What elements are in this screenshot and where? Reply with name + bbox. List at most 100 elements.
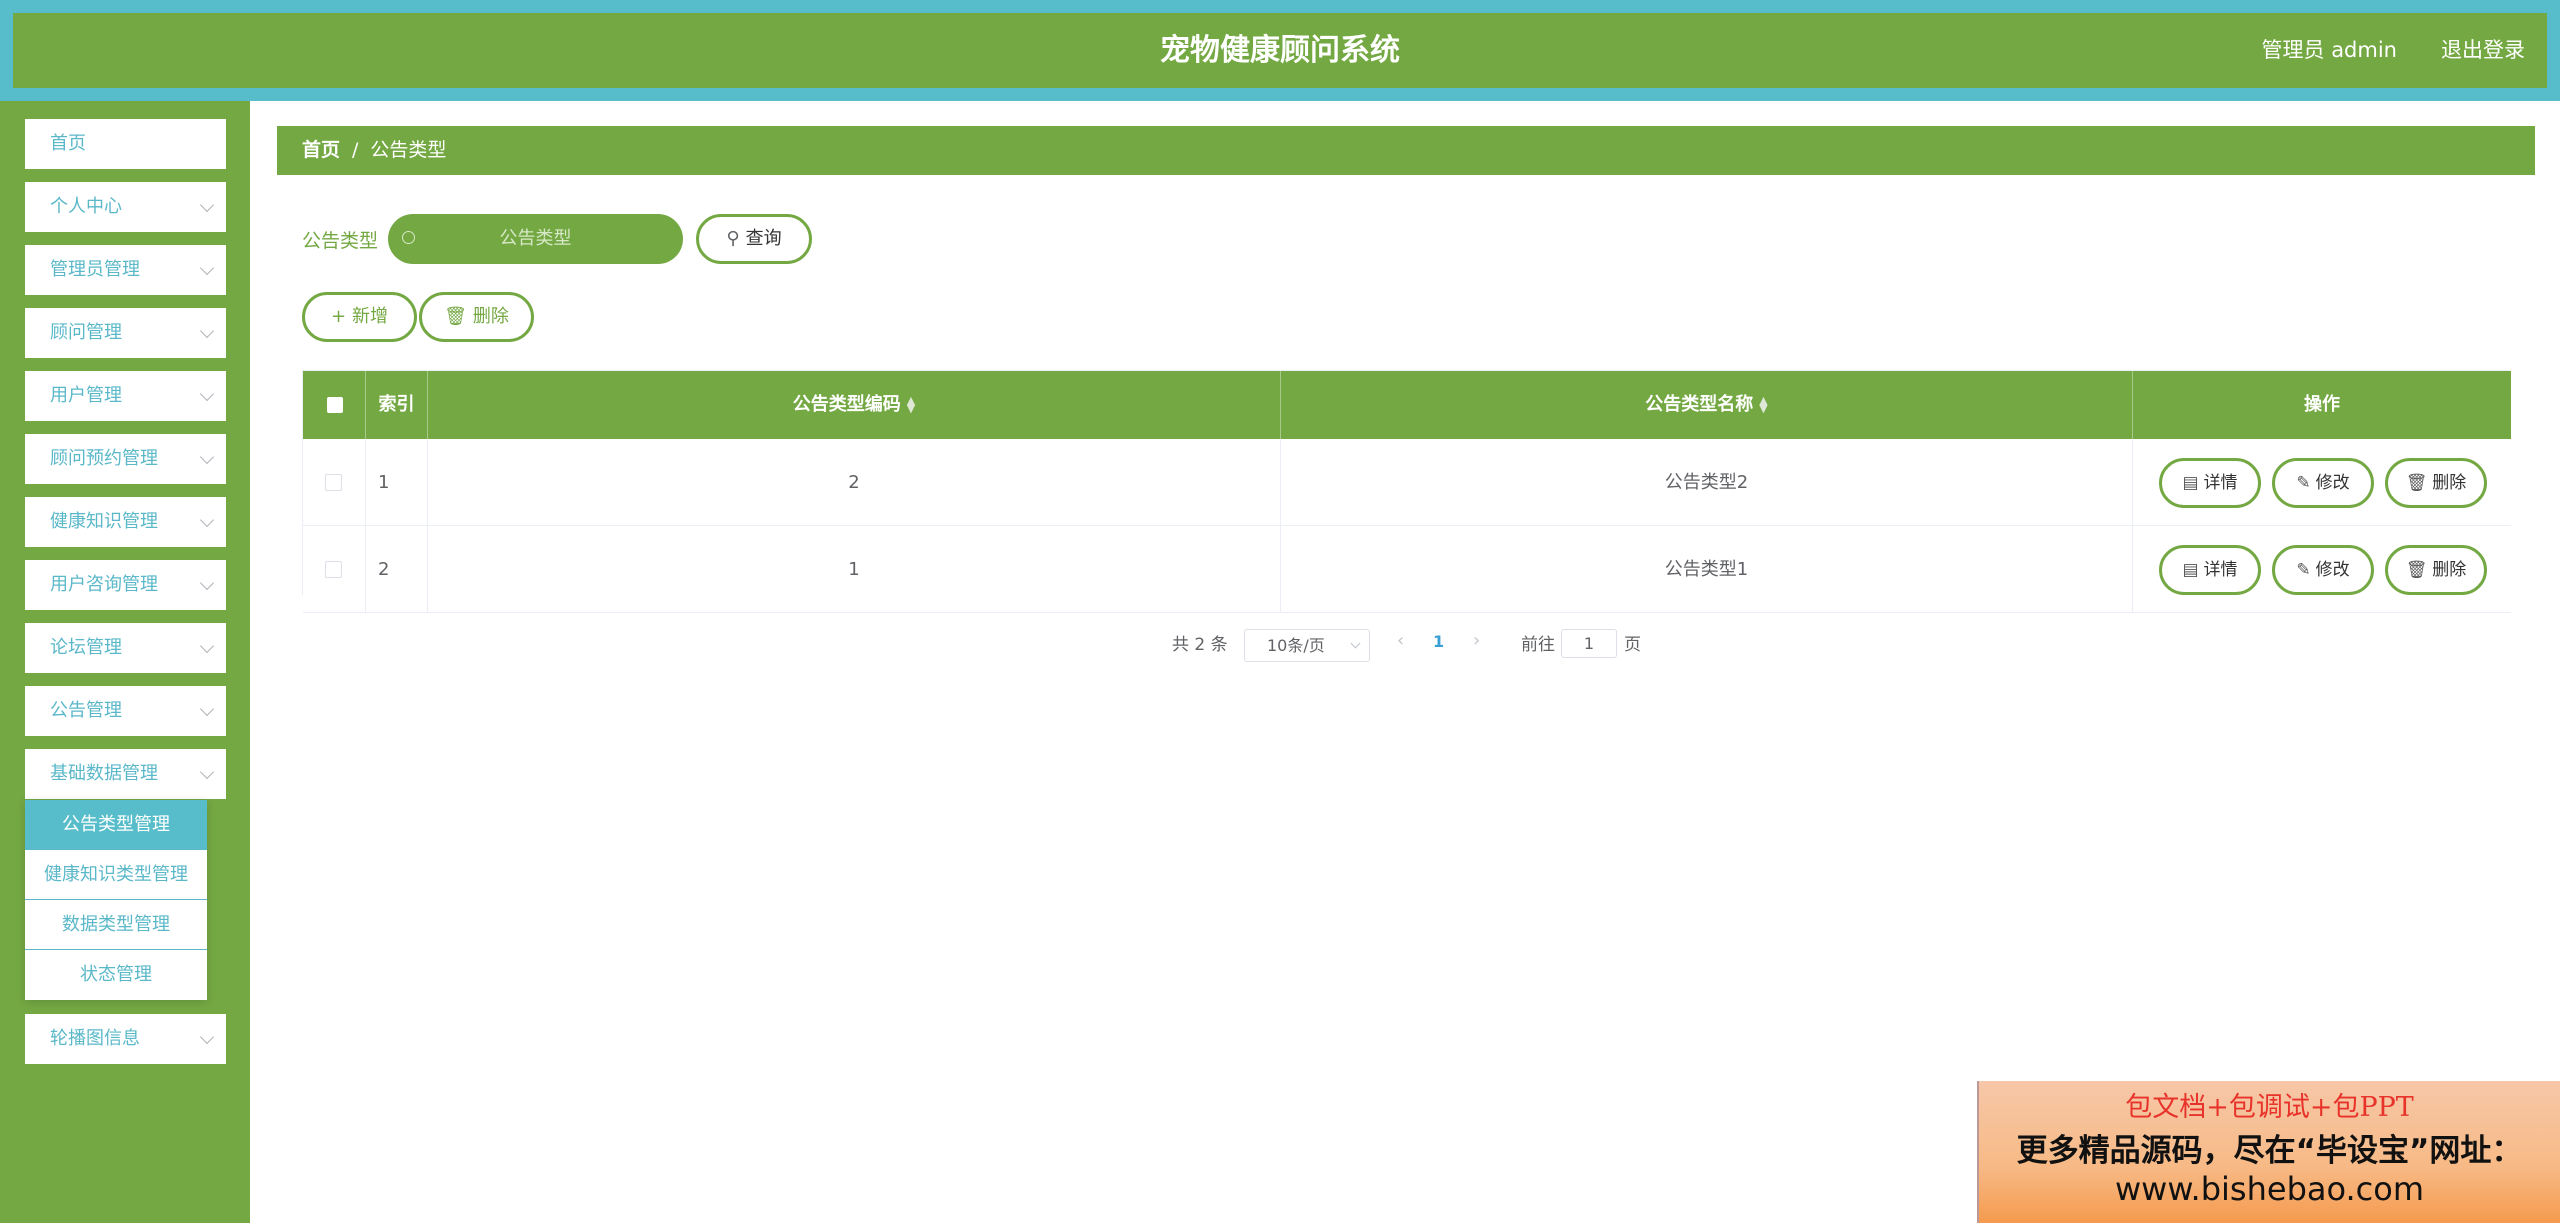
sort-icon: ▲ ▼ — [1759, 394, 1768, 415]
trash-icon: 🗑 — [2405, 473, 2428, 493]
sidebar-item-advisor-management[interactable]: 顾问管理 — [25, 308, 226, 358]
chevron-down-icon — [199, 197, 215, 213]
sidebar-item-label: 用户咨询管理 — [50, 574, 158, 595]
submenu-item-notice-type[interactable]: 公告类型管理 — [25, 800, 207, 850]
breadcrumb-current: 公告类型 — [370, 139, 447, 161]
submenu-item-data-type[interactable]: 数据类型管理 — [25, 900, 207, 950]
delete-button-label: 删除 — [2432, 560, 2467, 580]
promo-line-3: www.bishebao.com — [2114, 1170, 2425, 1208]
delete-button[interactable]: 🗑 删除 — [2385, 458, 2487, 508]
page-jump-input[interactable]: 1 — [1561, 629, 1617, 658]
sidebar-item-label: 顾问管理 — [50, 322, 122, 343]
app-title: 宠物健康顾问系统 — [1160, 33, 1400, 68]
sidebar-item-health-knowledge[interactable]: 健康知识管理 — [25, 497, 226, 547]
column-header-index: 索引 — [366, 371, 428, 439]
query-button-label: 查询 — [745, 228, 782, 249]
column-header-code[interactable]: 公告类型编码 ▲ ▼ — [428, 371, 1281, 439]
pagination-total: 共 2 条 — [1172, 635, 1228, 655]
chevron-down-icon — [199, 260, 215, 276]
chevron-down-icon — [199, 764, 215, 780]
column-header-name[interactable]: 公告类型名称 ▲ ▼ — [1281, 371, 2133, 439]
edit-button[interactable]: ✎ 修改 — [2272, 458, 2374, 508]
cell-index: 1 — [366, 439, 428, 526]
sidebar-item-appointment-management[interactable]: 顾问预约管理 — [25, 434, 226, 484]
current-page[interactable]: 1 — [1433, 632, 1444, 651]
chevron-down-icon — [199, 1029, 215, 1045]
promo-line-2: 更多精品源码，尽在“毕设宝”网址： — [2016, 1133, 2523, 1169]
breadcrumb-separator: / — [352, 139, 359, 161]
next-page-icon[interactable]: › — [1473, 630, 1480, 651]
page-size-select[interactable]: 10条/页 — [1244, 629, 1370, 662]
sidebar-item-label: 健康知识管理 — [50, 511, 158, 532]
plus-icon: + — [330, 306, 347, 327]
top-frame: 宠物健康顾问系统 管理员 admin 退出登录 — [0, 0, 2560, 101]
chevron-down-icon — [1350, 638, 1361, 649]
sidebar-item-forum-management[interactable]: 论坛管理 — [25, 623, 226, 673]
data-table: 索引 公告类型编码 ▲ ▼ 公告类型名称 ▲ ▼ 操作 1 2 公告类型2 ▤ 详情 ✎ 修… — [302, 370, 2511, 613]
current-user: 管理员 admin — [2261, 38, 2397, 62]
sidebar-item-label: 用户管理 — [50, 385, 122, 406]
detail-button[interactable]: ▤ 详情 — [2159, 545, 2261, 595]
cell-actions: ▤ 详情 ✎ 修改 🗑 删除 — [2133, 439, 2511, 526]
cell-code: 2 — [428, 439, 1281, 526]
sidebar-item-user-management[interactable]: 用户管理 — [25, 371, 226, 421]
edit-icon: ✎ — [2296, 473, 2311, 493]
promo-line-1: 包文档+包调试+包PPT — [2125, 1092, 2414, 1123]
chevron-down-icon — [199, 701, 215, 717]
edit-icon: ✎ — [2296, 560, 2311, 580]
batch-delete-button[interactable]: 🗑 删除 — [419, 292, 534, 342]
goto-label: 前往 — [1521, 635, 1555, 655]
select-all-checkbox[interactable] — [327, 397, 343, 413]
detail-button-label: 详情 — [2203, 473, 2238, 493]
sidebar-item-label: 公告管理 — [50, 700, 122, 721]
sidebar-item-base-data[interactable]: 基础数据管理 — [25, 749, 226, 799]
document-icon: ▤ — [2182, 473, 2199, 493]
submenu-item-health-type[interactable]: 健康知识类型管理 — [25, 850, 207, 900]
header-select-cell — [303, 371, 366, 439]
logout-link[interactable]: 退出登录 — [2441, 13, 2525, 88]
edit-button[interactable]: ✎ 修改 — [2272, 545, 2374, 595]
delete-button-label: 删除 — [472, 306, 509, 327]
cell-code: 1 — [428, 526, 1281, 613]
column-header-name-label: 公告类型名称 — [1645, 394, 1754, 415]
table-row: 2 1 公告类型1 ▤ 详情 ✎ 修改 🗑 删除 — [303, 526, 2511, 613]
cell-index: 2 — [366, 526, 428, 613]
sidebar: 首页 个人中心 管理员管理 顾问管理 用户管理 顾问预约管理 健康知识管理 用户… — [0, 101, 250, 1223]
row-checkbox[interactable] — [325, 474, 342, 491]
search-icon — [402, 231, 415, 244]
sidebar-item-admin-management[interactable]: 管理员管理 — [25, 245, 226, 295]
prev-page-icon[interactable]: ‹ — [1397, 630, 1404, 651]
add-button-label: 新增 — [352, 306, 389, 327]
query-button[interactable]: ⚲ 查询 — [696, 214, 812, 264]
promo-banner: 包文档+包调试+包PPT 更多精品源码，尽在“毕设宝”网址： www.bishe… — [1977, 1081, 2560, 1223]
delete-button[interactable]: 🗑 删除 — [2385, 545, 2487, 595]
cell-name: 公告类型2 — [1281, 439, 2133, 526]
sidebar-item-label: 轮播图信息 — [50, 1028, 140, 1049]
trash-icon: 🗑 — [444, 306, 467, 327]
sidebar-item-notice-management[interactable]: 公告管理 — [25, 686, 226, 736]
sidebar-item-label: 首页 — [50, 133, 86, 154]
edit-button-label: 修改 — [2315, 473, 2350, 493]
header-bar: 宠物健康顾问系统 管理员 admin 退出登录 — [13, 13, 2547, 88]
sidebar-item-home[interactable]: 首页 — [25, 119, 226, 169]
edit-button-label: 修改 — [2315, 560, 2350, 580]
breadcrumb: 首页 / 公告类型 — [277, 126, 2535, 175]
sidebar-item-consultation-management[interactable]: 用户咨询管理 — [25, 560, 226, 610]
sidebar-item-label: 个人中心 — [50, 196, 122, 217]
chevron-down-icon — [199, 386, 215, 402]
search-icon: ⚲ — [726, 228, 740, 249]
submenu-item-status[interactable]: 状态管理 — [25, 950, 207, 1000]
breadcrumb-home[interactable]: 首页 — [302, 139, 340, 161]
sort-icon: ▲ ▼ — [906, 394, 916, 415]
sidebar-item-personal-center[interactable]: 个人中心 — [25, 182, 226, 232]
add-button[interactable]: + 新增 — [302, 292, 417, 342]
trash-icon: 🗑 — [2405, 560, 2428, 580]
column-header-actions: 操作 — [2304, 394, 2340, 415]
sidebar-item-label: 顾问预约管理 — [50, 448, 158, 469]
sidebar-item-carousel[interactable]: 轮播图信息 — [25, 1014, 226, 1064]
detail-button[interactable]: ▤ 详情 — [2159, 458, 2261, 508]
search-input[interactable]: 公告类型 — [388, 214, 683, 264]
cell-name: 公告类型1 — [1281, 526, 2133, 613]
row-checkbox[interactable] — [325, 561, 342, 578]
sidebar-item-label: 管理员管理 — [50, 259, 140, 280]
